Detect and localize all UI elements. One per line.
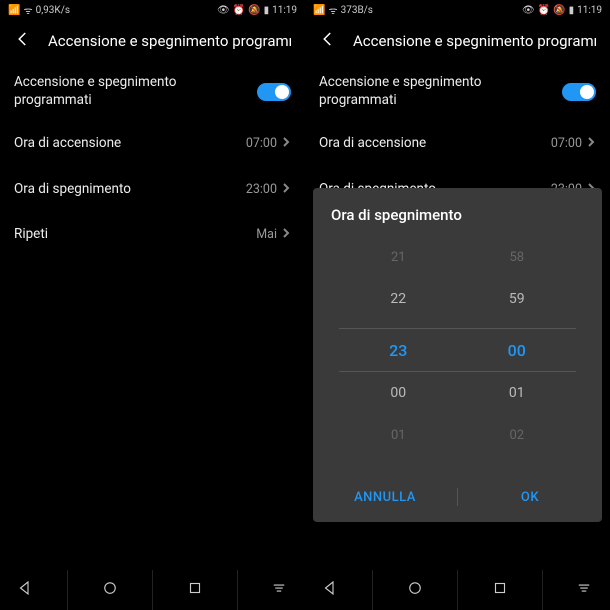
net-speed: 0,93K/s xyxy=(36,5,70,16)
nav-separator xyxy=(152,570,153,610)
row-repeat[interactable]: Ripeti Mai xyxy=(0,212,305,258)
settings-list: Accensione e spegnimento programmati Ora… xyxy=(0,62,305,570)
chevron-right-icon xyxy=(281,227,291,242)
nav-recent-icon[interactable] xyxy=(491,579,509,601)
time-picker-selected: 23 00 xyxy=(313,329,602,371)
dnd-icon: 👁 xyxy=(217,5,230,16)
alarm-icon: ⏰ xyxy=(538,5,550,16)
nav-drawer-icon[interactable] xyxy=(575,579,593,601)
signal-icon: 📶 xyxy=(8,5,20,16)
mute-icon: 🔕 xyxy=(248,5,260,16)
row-value: Mai xyxy=(256,227,277,242)
row-label: Accensione e spegnimento programmati xyxy=(319,74,519,109)
row-value: 23:00 xyxy=(246,182,277,197)
phone-right: 📶 ᯤ 373B/s 👁 ⏰ 🔕 ▮ 11:19 Accensione e sp… xyxy=(305,0,610,610)
minute-column[interactable]: 01 02 xyxy=(458,372,577,456)
back-icon[interactable] xyxy=(319,30,337,52)
hour-option[interactable]: 22 xyxy=(390,278,406,320)
nav-recent-icon[interactable] xyxy=(186,579,204,601)
row-off-time[interactable]: Ora di spegnimento 23:00 xyxy=(305,167,610,213)
alarm-icon: ⏰ xyxy=(233,5,245,16)
hour-option[interactable]: 00 xyxy=(390,372,406,414)
dnd-icon: 👁 xyxy=(522,5,535,16)
minute-option[interactable]: 02 xyxy=(509,414,524,456)
toggle-on-icon[interactable] xyxy=(257,83,291,101)
ok-button[interactable]: OK xyxy=(458,490,602,505)
hour-column[interactable]: 00 01 xyxy=(339,372,458,456)
wifi-icon: ᯤ xyxy=(328,3,337,17)
nav-separator xyxy=(372,570,373,610)
row-value: 07:00 xyxy=(551,136,582,151)
nav-home-icon[interactable] xyxy=(101,579,119,601)
battery-icon: ▮ xyxy=(264,5,270,16)
nav-home-icon[interactable] xyxy=(406,579,424,601)
row-label: Ora di accensione xyxy=(319,135,426,153)
hour-option[interactable]: 01 xyxy=(391,414,406,456)
signal-icon: 📶 xyxy=(313,5,325,16)
nav-separator xyxy=(542,570,543,610)
hour-selected[interactable]: 23 xyxy=(389,329,407,371)
row-schedule-toggle[interactable]: Accensione e spegnimento programmati xyxy=(305,62,610,121)
row-on-time[interactable]: Ora di accensione 07:00 xyxy=(305,121,610,167)
titlebar: Accensione e spegnimento programmati xyxy=(0,20,305,62)
chevron-right-icon xyxy=(281,182,291,197)
minute-option[interactable]: 59 xyxy=(509,278,525,320)
page-title: Accensione e spegnimento programmati xyxy=(48,32,291,50)
row-on-time[interactable]: Ora di accensione 07:00 xyxy=(0,121,305,167)
android-navbar xyxy=(0,570,305,610)
chevron-right-icon xyxy=(586,182,596,197)
row-label: Ripeti xyxy=(14,226,48,244)
android-navbar xyxy=(305,570,610,610)
minute-option[interactable]: 01 xyxy=(509,372,525,414)
chevron-right-icon xyxy=(281,136,291,151)
clock-text: 11:19 xyxy=(272,5,297,16)
row-label: Ora di spegnimento xyxy=(14,181,131,199)
back-icon[interactable] xyxy=(14,30,32,52)
net-speed: 373B/s xyxy=(341,5,373,16)
button-separator xyxy=(457,488,458,506)
nav-separator xyxy=(67,570,68,610)
row-value: 07:00 xyxy=(246,136,277,151)
row-label: Ora di spegnimento xyxy=(319,181,436,199)
row-label: Ora di accensione xyxy=(14,135,121,153)
row-value: 23:00 xyxy=(551,182,582,197)
wifi-icon: ᯤ xyxy=(23,3,32,17)
phone-left: 📶 ᯤ 0,93K/s 👁 ⏰ 🔕 ▮ 11:19 Accensione e s… xyxy=(0,0,305,610)
minute-selected[interactable]: 00 xyxy=(508,329,526,371)
row-value: Mai xyxy=(561,227,582,242)
time-picker[interactable]: 00 01 01 02 xyxy=(313,372,602,464)
nav-separator xyxy=(237,570,238,610)
picker-divider xyxy=(339,371,576,372)
clock-text: 11:19 xyxy=(577,5,602,16)
nav-back-icon[interactable] xyxy=(321,579,339,601)
row-label: Accensione e spegnimento programmati xyxy=(14,74,214,109)
cancel-button[interactable]: ANNULLA xyxy=(313,490,457,505)
row-repeat[interactable]: Ripeti Mai xyxy=(305,212,610,258)
status-bar: 📶 ᯤ 373B/s 👁 ⏰ 🔕 ▮ 11:19 xyxy=(305,0,610,20)
status-bar: 📶 ᯤ 0,93K/s 👁 ⏰ 🔕 ▮ 11:19 xyxy=(0,0,305,20)
row-off-time[interactable]: Ora di spegnimento 23:00 xyxy=(0,167,305,213)
chevron-right-icon xyxy=(586,136,596,151)
dialog-buttons: ANNULLA OK xyxy=(313,472,602,522)
row-label: Ripeti xyxy=(319,226,353,244)
toggle-on-icon[interactable] xyxy=(562,83,596,101)
titlebar: Accensione e spegnimento programmati xyxy=(305,20,610,62)
row-schedule-toggle[interactable]: Accensione e spegnimento programmati xyxy=(0,62,305,121)
nav-back-icon[interactable] xyxy=(16,579,34,601)
nav-drawer-icon[interactable] xyxy=(270,579,288,601)
page-title: Accensione e spegnimento programmati xyxy=(353,32,596,50)
nav-separator xyxy=(457,570,458,610)
battery-icon: ▮ xyxy=(569,5,575,16)
settings-list: Accensione e spegnimento programmati Ora… xyxy=(305,62,610,570)
chevron-right-icon xyxy=(586,227,596,242)
mute-icon: 🔕 xyxy=(553,5,565,16)
picker-divider xyxy=(339,328,576,329)
